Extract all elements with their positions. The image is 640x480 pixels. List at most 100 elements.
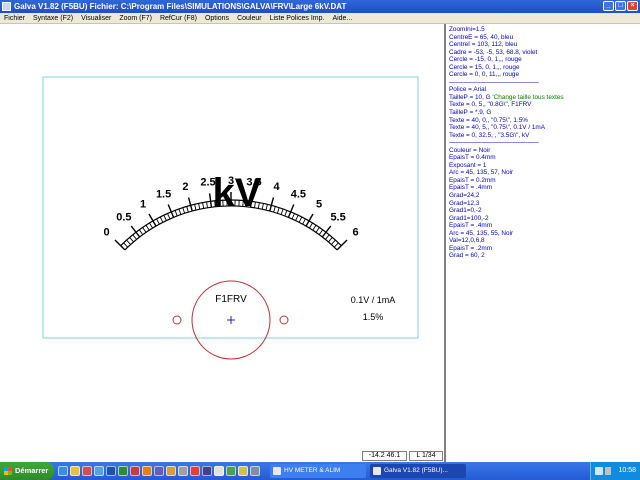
code-line[interactable]: EpaisT = .4mm	[449, 184, 640, 192]
code-line[interactable]: Cercle = 15, 0, 1,,, rouge	[449, 64, 640, 72]
minor-tick	[138, 229, 144, 235]
code-line[interactable]: Grad1=0,-2	[449, 207, 640, 215]
scale-label: 2	[182, 181, 188, 193]
window-title: Galva V1.82 (F5BU) Fichier: C:\Program F…	[14, 2, 347, 11]
menu-refcur[interactable]: RefCur (F8)	[156, 13, 201, 23]
menu-liste-polices[interactable]: Liste Polices Imp.	[266, 13, 329, 23]
minor-tick	[276, 207, 280, 214]
code-line[interactable]: TailleP = 10, G 'Change taille tous text…	[449, 94, 640, 102]
close-button[interactable]: ×	[627, 1, 638, 11]
code-text: Grad1=100,-2	[449, 214, 489, 222]
code-line[interactable]: ----------------------------------------…	[449, 139, 640, 147]
major-tick	[269, 197, 275, 212]
start-label: Démarrer	[15, 466, 49, 475]
code-line[interactable]: Grad = 60, 2	[449, 252, 640, 260]
menu-zoom[interactable]: Zoom (F7)	[115, 13, 156, 23]
code-line[interactable]: EpaisT = .2mm	[449, 245, 640, 253]
menu-visualiser[interactable]: Visualiser	[77, 13, 115, 23]
drawing-canvas[interactable]: 0 0.5 1 1.5 2 2.5 3 3.5 4 4.5 5 5.5 6 kV F1FRV 0.1V …	[0, 24, 443, 462]
code-line[interactable]: EpaisT = .4mm	[449, 222, 640, 230]
code-line[interactable]: Cercle = 0, 0, 11,,, rouge	[449, 71, 640, 79]
code-text: Arc = 45, 135, 55, Noir	[449, 229, 514, 237]
quicklaunch-icon-3[interactable]	[82, 466, 92, 476]
code-line[interactable]: Texte = 0, 32.5, , "3.5G\", kV	[449, 132, 640, 140]
quicklaunch-icon-9[interactable]	[154, 466, 164, 476]
code-line[interactable]: Couleur = Noir	[449, 147, 640, 155]
code-line[interactable]: Val=12,0,6,8	[449, 237, 640, 245]
code-line[interactable]: EpaisT = 0.4mm	[449, 154, 640, 162]
scale-label: 5.5	[330, 211, 345, 223]
code-line[interactable]: CentreE = 65, 40, bleu	[449, 34, 640, 42]
code-text: CentreI = 103, 112, bleu	[449, 41, 518, 49]
code-line[interactable]: Arc = 45, 135, 57, Noir	[449, 169, 640, 177]
quicklaunch-icon-14[interactable]	[214, 466, 224, 476]
scale-label: 1	[140, 199, 146, 211]
code-line[interactable]: CentreI = 103, 112, bleu	[449, 41, 640, 49]
ie-icon[interactable]	[58, 466, 68, 476]
minor-tick	[202, 202, 205, 209]
minimize-button[interactable]: _	[603, 1, 614, 11]
quicklaunch-icon-8[interactable]	[142, 466, 152, 476]
quicklaunch-icon-7[interactable]	[130, 466, 140, 476]
line-indicator: L 1/34	[409, 451, 443, 461]
source-code-panel[interactable]: ZoomIni=1.5 CentreE = 65, 40, bleu CentreI…	[444, 24, 640, 462]
start-button[interactable]: Démarrer	[0, 462, 54, 480]
code-text: Grad=12,3	[449, 199, 480, 207]
minor-tick	[174, 210, 178, 217]
menu-couleur[interactable]: Couleur	[233, 13, 266, 23]
folder-icon[interactable]	[70, 466, 80, 476]
quicklaunch-icon-11[interactable]	[178, 466, 188, 476]
scale-label: 1.5	[156, 188, 171, 200]
code-line[interactable]: ZoomIni=1.5	[449, 26, 640, 34]
code-line[interactable]: ----------------------------------------…	[449, 79, 640, 87]
minor-tick	[298, 216, 303, 223]
code-line[interactable]: Arc = 45, 135, 55, Noir	[449, 230, 640, 238]
quicklaunch-icon-4[interactable]	[94, 466, 104, 476]
quicklaunch-icon-10[interactable]	[166, 466, 176, 476]
code-line[interactable]: Cadre = -53, -5, 53, 68.8, violet	[449, 49, 640, 57]
app-icon[interactable]	[2, 2, 11, 11]
word-icon[interactable]	[106, 466, 116, 476]
code-line[interactable]: Texte = 40, 5,, "0.75\", 0.1V / 1mA	[449, 124, 640, 132]
quicklaunch-icon-15[interactable]	[226, 466, 236, 476]
code-line[interactable]: Exposant = 1	[449, 162, 640, 170]
code-line[interactable]: Grad1=100,-2	[449, 215, 640, 223]
quicklaunch-icon-13[interactable]	[202, 466, 212, 476]
volume-icon[interactable]	[605, 467, 611, 475]
task-galva[interactable]: Galva V1.82 (F5BU)...	[370, 464, 466, 478]
maximize-button[interactable]: □	[615, 1, 626, 11]
code-line[interactable]: Texte = 0, 5,, "0.8G\", F1FRV	[449, 101, 640, 109]
quicklaunch-icon-17[interactable]	[250, 466, 260, 476]
menu-options[interactable]: Options	[201, 13, 233, 23]
code-line[interactable]: Cercle = -15, 0, 1,,, rouge	[449, 56, 640, 64]
code-line[interactable]: Grad=24,2	[449, 192, 640, 200]
excel-icon[interactable]	[118, 466, 128, 476]
code-text: Texte = 0, 32.5, , "3.5G\", kV	[449, 131, 530, 139]
quicklaunch-icon-12[interactable]	[190, 466, 200, 476]
code-line[interactable]: EpaisT = 0.2mm	[449, 177, 640, 185]
menu-fichier[interactable]: Fichier	[0, 13, 29, 23]
code-line[interactable]: Texte = 40, 0,, "0.75\", 1.5%	[449, 117, 640, 125]
code-line[interactable]: TailleP = *.9, G	[449, 109, 640, 117]
minor-tick	[291, 213, 295, 220]
network-icon[interactable]	[595, 467, 603, 475]
code-text: ----------------------------------------…	[449, 139, 539, 147]
code-text: Val=12,0,6,8	[449, 237, 485, 245]
code-text: TailleP = *.9, G	[449, 109, 492, 117]
menu-syntaxe[interactable]: Syntaxe (F2)	[29, 13, 77, 23]
code-line[interactable]: Police = Arial	[449, 86, 640, 94]
code-text: Cercle = 15, 0, 1,,, rouge	[449, 63, 520, 71]
code-line[interactable]: Grad=12,3	[449, 200, 640, 208]
major-tick	[187, 197, 193, 212]
task-window-icon	[273, 467, 281, 475]
minor-tick	[123, 242, 129, 248]
minor-tick	[198, 203, 201, 210]
minor-tick	[273, 206, 276, 213]
scale-label: 6	[352, 227, 358, 239]
quicklaunch-icon-16[interactable]	[238, 466, 248, 476]
menu-aide[interactable]: Aide...	[328, 13, 356, 23]
minor-tick	[142, 227, 147, 233]
task-hv-meter[interactable]: HV METER & ALIM	[270, 464, 366, 478]
task-label: HV METER & ALIM	[284, 467, 341, 474]
code-text: Arc = 45, 135, 57, Noir	[449, 169, 514, 177]
